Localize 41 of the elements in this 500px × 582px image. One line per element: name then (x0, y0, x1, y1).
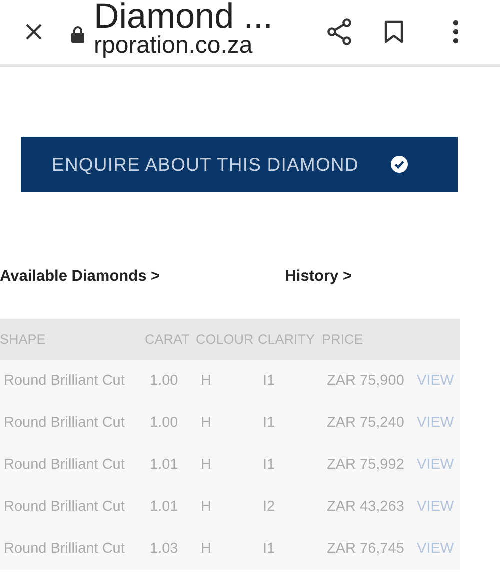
table-cell-text: I1 (262, 415, 276, 431)
view-link[interactable]: VIEW (416, 541, 460, 557)
lock-icon (71, 26, 85, 42)
view-link[interactable]: VIEW (416, 499, 460, 515)
table-cell-text: ZAR 75,992 (326, 457, 406, 473)
nav-link[interactable]: History > (285, 268, 352, 286)
table-cell-text: ZAR 75,240 (326, 415, 406, 431)
view-link[interactable]: VIEW (416, 457, 460, 473)
view-link[interactable]: VIEW (416, 415, 460, 431)
table-cell-text: H (200, 373, 212, 389)
check-circle-icon (390, 156, 408, 173)
table-cell-text: ZAR 75,900 (326, 373, 406, 389)
table-cell-text: Round Brilliant Cut (3, 541, 126, 557)
table-cell-text: 1.00 (149, 373, 180, 389)
table-cell-text: Round Brilliant Cut (3, 415, 126, 431)
close-icon[interactable] (24, 22, 44, 42)
table-cell-text: ZAR 76,745 (326, 541, 406, 557)
table-cell-text: Round Brilliant Cut (3, 499, 126, 515)
table-cell-text: H (200, 499, 212, 515)
table-cell-text: 1.03 (149, 541, 180, 557)
page-title: Diamond ... (94, 0, 274, 32)
view-link[interactable]: VIEW (416, 373, 460, 389)
table-cell-text: I1 (262, 373, 276, 389)
table-cell-text: 1.00 (149, 415, 180, 431)
more-icon[interactable] (453, 20, 459, 44)
table-cell-text: I2 (262, 499, 276, 515)
table-cell-text: H (200, 415, 212, 431)
table-cell-text: Round Brilliant Cut (3, 373, 126, 389)
table-cell-text: 1.01 (149, 457, 180, 473)
table-cell-text: Round Brilliant Cut (3, 457, 126, 473)
table-cell-text: H (200, 457, 212, 473)
nav-link[interactable]: Available Diamonds > (0, 268, 160, 286)
enquire-button[interactable]: ENQUIRE ABOUT THIS DIAMOND (21, 137, 458, 192)
share-icon[interactable] (327, 18, 353, 46)
table-cell-text: ZAR 43,263 (326, 499, 406, 515)
table-cell-text: H (200, 541, 212, 557)
bookmark-icon[interactable] (384, 20, 404, 44)
table-cell-text: I1 (262, 457, 276, 473)
table-cell-text: I1 (262, 541, 276, 557)
page-url: rporation.co.za (94, 32, 254, 58)
table-cell-text: 1.01 (149, 499, 180, 515)
